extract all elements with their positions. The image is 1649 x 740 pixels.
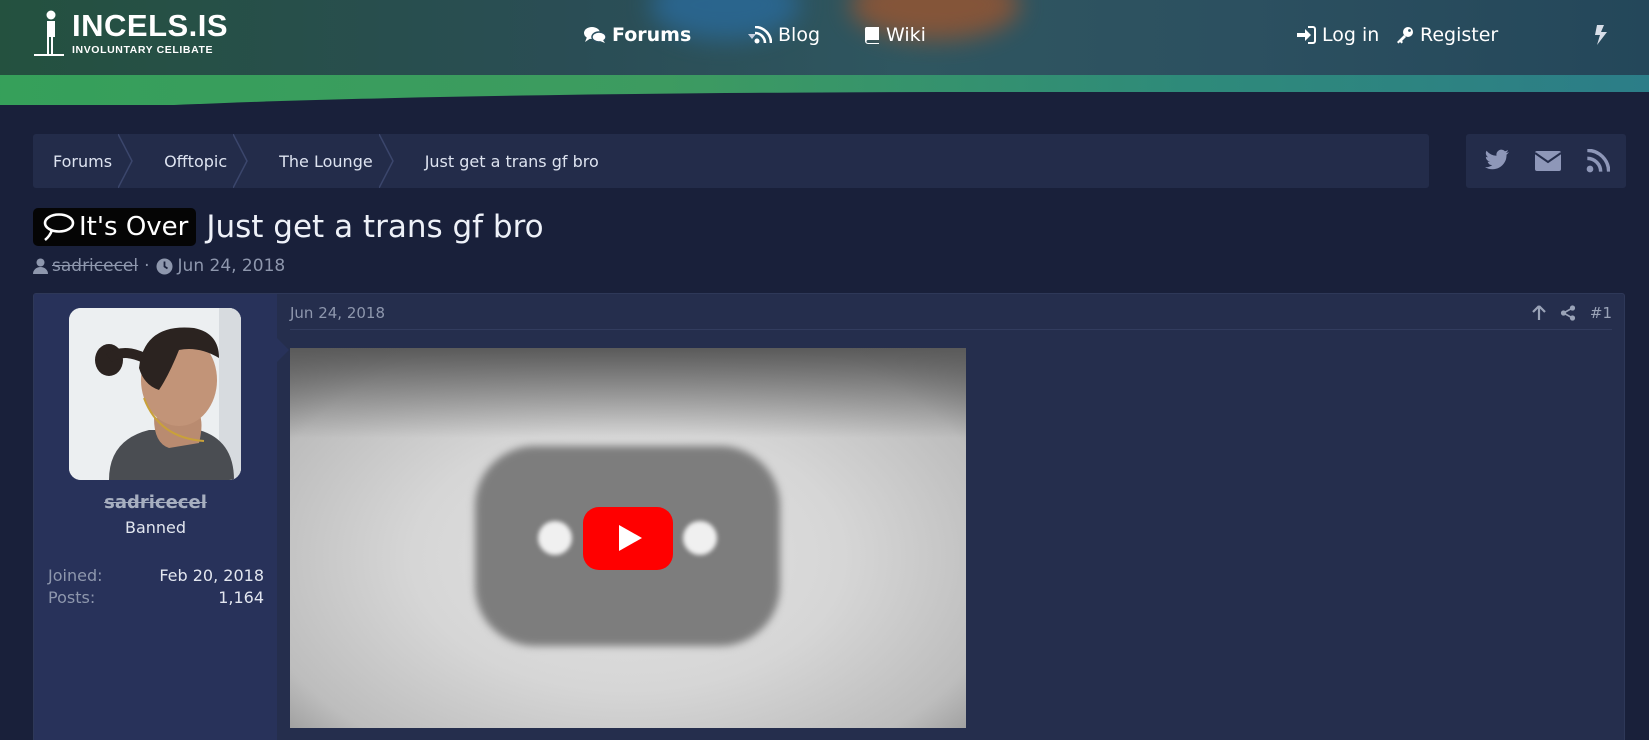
post-date-link[interactable]: Jun 24, 2018 bbox=[290, 304, 385, 322]
nav-forums-label: Forums bbox=[612, 24, 692, 46]
youtube-play-icon[interactable] bbox=[583, 507, 673, 570]
post-number-link[interactable]: #1 bbox=[1590, 304, 1612, 322]
rss-icon bbox=[754, 26, 772, 44]
lasso-icon bbox=[43, 213, 75, 242]
comments-icon bbox=[584, 27, 606, 43]
stat-label: Joined: bbox=[48, 566, 103, 585]
rss-icon[interactable] bbox=[1586, 149, 1610, 173]
thread-title: Just get a trans gf bro bbox=[206, 209, 544, 245]
post-header: Jun 24, 2018 #1 bbox=[290, 304, 1612, 330]
site-header: INCELS.IS INVOLUNTARY CELIBATE Forums Bl… bbox=[0, 0, 1649, 105]
breadcrumb-label: Forums bbox=[53, 151, 113, 171]
share-icon[interactable] bbox=[1560, 305, 1576, 321]
avatar[interactable] bbox=[69, 308, 241, 480]
envelope-icon[interactable] bbox=[1534, 150, 1562, 172]
user-stat-joined: Joined: Feb 20, 2018 bbox=[48, 566, 264, 585]
register-label: Register bbox=[1420, 24, 1499, 46]
key-icon bbox=[1397, 27, 1413, 44]
site-logo[interactable]: INCELS.IS INVOLUNTARY CELIBATE bbox=[34, 10, 228, 58]
nav-wiki[interactable]: Wiki bbox=[864, 20, 926, 50]
video-shade bbox=[290, 348, 966, 438]
book-icon bbox=[864, 27, 879, 44]
breadcrumb-item-current-thread[interactable]: Just get a trans gf bro bbox=[393, 134, 619, 188]
nav-forums[interactable]: Forums bbox=[584, 20, 691, 50]
user-stat-posts: Posts: 1,164 bbox=[48, 588, 264, 607]
post-message: sadricecel Banned Joined: Feb 20, 2018 P… bbox=[33, 293, 1625, 740]
breadcrumb: Forums Offtopic The Lounge Just get a tr… bbox=[33, 134, 1429, 188]
clock-icon bbox=[156, 258, 173, 274]
logo-figure-icon bbox=[34, 10, 64, 58]
youtube-embed[interactable] bbox=[290, 348, 966, 728]
logo-subtitle: INVOLUNTARY CELIBATE bbox=[72, 44, 214, 56]
sign-in-icon bbox=[1297, 26, 1316, 44]
nav-wiki-label: Wiki bbox=[886, 24, 926, 46]
video-thumbnail-dot bbox=[538, 521, 572, 555]
breadcrumb-label: Offtopic bbox=[164, 151, 228, 171]
nav-blog-label: Blog bbox=[778, 24, 820, 46]
post-actions: #1 bbox=[1532, 304, 1612, 322]
register-link[interactable]: Register bbox=[1396, 20, 1498, 50]
logo-title: INCELS.IS bbox=[72, 8, 229, 43]
thread-prefix-badge[interactable]: It's Over bbox=[33, 208, 197, 246]
login-link[interactable]: Log in bbox=[1296, 20, 1379, 50]
stat-label: Posts: bbox=[48, 588, 96, 607]
post-user-title: Banned bbox=[124, 518, 187, 537]
avatar-photo bbox=[69, 308, 241, 480]
thread-author-link[interactable]: sadricecel bbox=[52, 256, 138, 276]
video-thumbnail-dot bbox=[683, 521, 717, 555]
breadcrumb-item-the-lounge[interactable]: The Lounge bbox=[247, 134, 394, 188]
thread-meta: sadricecel · Jun 24, 2018 bbox=[33, 256, 285, 276]
twitter-icon[interactable] bbox=[1482, 149, 1510, 173]
bolt-icon bbox=[1595, 25, 1607, 45]
meta-separator: · bbox=[144, 256, 150, 276]
thread-date-link[interactable]: Jun 24, 2018 bbox=[178, 256, 286, 276]
breadcrumb-label: Just get a trans gf bro bbox=[424, 151, 599, 171]
share-buttons bbox=[1466, 134, 1626, 188]
user-icon bbox=[33, 258, 48, 274]
post-user-cell: sadricecel Banned Joined: Feb 20, 2018 P… bbox=[34, 294, 289, 740]
stat-value[interactable]: 1,164 bbox=[218, 588, 264, 607]
thread-prefix-label: It's Over bbox=[79, 212, 189, 242]
stat-value: Feb 20, 2018 bbox=[159, 566, 264, 585]
post-username[interactable]: sadricecel bbox=[34, 492, 277, 513]
breadcrumb-item-offtopic[interactable]: Offtopic bbox=[132, 134, 248, 188]
nav-blog[interactable]: Blog bbox=[754, 20, 820, 50]
whats-new-button[interactable] bbox=[1594, 20, 1614, 50]
arrow-up-icon[interactable] bbox=[1532, 305, 1546, 321]
breadcrumb-label: The Lounge bbox=[279, 151, 373, 171]
thread-title-row: It's Over Just get a trans gf bro bbox=[33, 206, 544, 248]
breadcrumb-item-forums[interactable]: Forums bbox=[33, 134, 133, 188]
login-label: Log in bbox=[1322, 24, 1380, 46]
